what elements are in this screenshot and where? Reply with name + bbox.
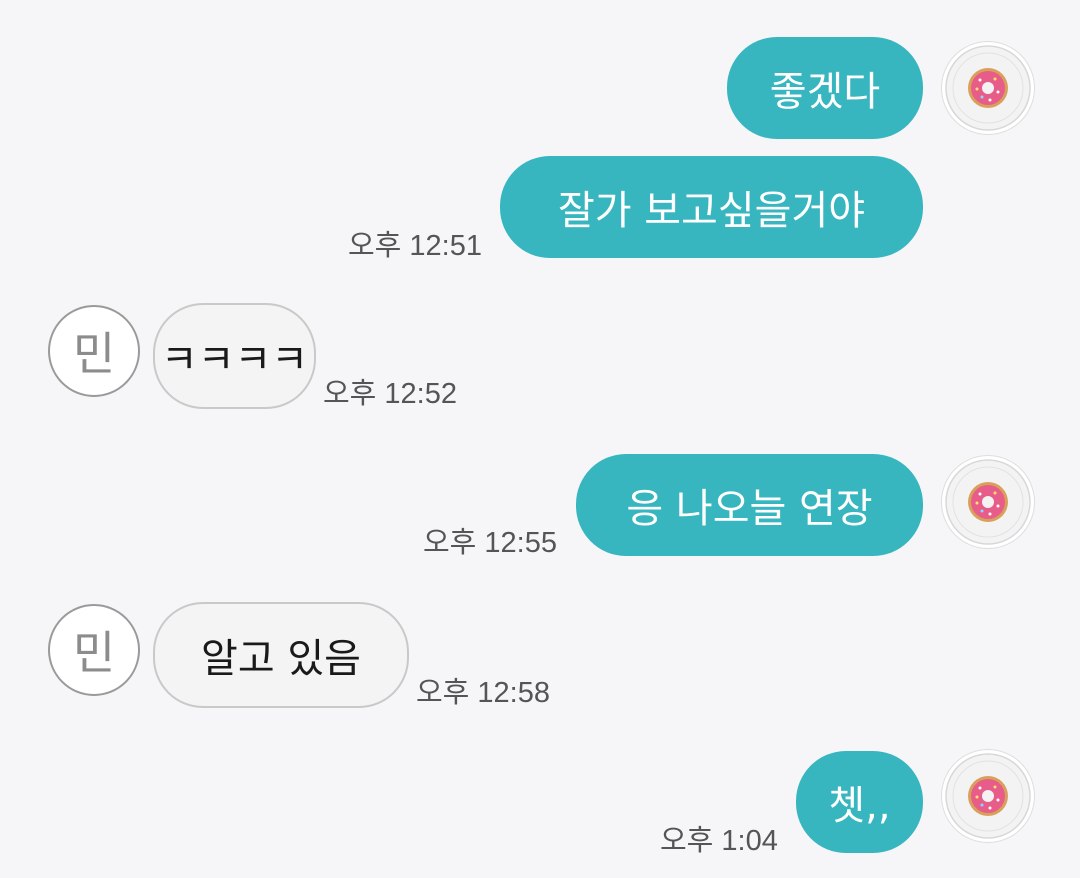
message-text: 알고 있음 (201, 636, 361, 682)
donut-icon (945, 45, 1031, 131)
outgoing-message[interactable]: 잘가 보고싶을거야 (500, 156, 923, 258)
my-avatar[interactable] (942, 456, 1034, 548)
outgoing-message[interactable]: 응 나오늘 연장 (576, 454, 923, 556)
message-text: ㅋㅋㅋㅋ (160, 337, 309, 383)
message-timestamp: 오후 12:51 (348, 230, 482, 262)
donut-icon (945, 459, 1031, 545)
message-text: 응 나오늘 연장 (626, 486, 873, 532)
message-text: 쳇,, (828, 783, 891, 829)
message-timestamp: 오후 12:55 (423, 527, 557, 559)
outgoing-message[interactable]: 쳇,, (796, 751, 923, 853)
my-avatar[interactable] (942, 750, 1034, 842)
message-text: 잘가 보고싶을거야 (557, 188, 866, 234)
friend-avatar[interactable]: 민 (48, 604, 140, 696)
my-avatar[interactable] (942, 42, 1034, 134)
message-timestamp: 오후 1:04 (660, 825, 778, 857)
message-timestamp: 오후 12:58 (416, 677, 550, 709)
message-timestamp: 오후 12:52 (323, 378, 457, 410)
outgoing-message[interactable]: 좋겠다 (727, 37, 923, 139)
friend-avatar[interactable]: 민 (48, 305, 140, 397)
incoming-message[interactable]: 알고 있음 (153, 602, 409, 708)
friend-avatar-initial: 민 (72, 626, 116, 680)
incoming-message[interactable]: ㅋㅋㅋㅋ (153, 303, 316, 409)
friend-avatar-initial: 민 (72, 327, 116, 381)
donut-icon (945, 753, 1031, 839)
chat-conversation[interactable]: 좋겠다 잘가 보고싶을거야 오후 12:51 민 ㅋㅋㅋㅋ 오후 12:52 응… (0, 0, 1080, 878)
message-text: 좋겠다 (769, 69, 881, 115)
